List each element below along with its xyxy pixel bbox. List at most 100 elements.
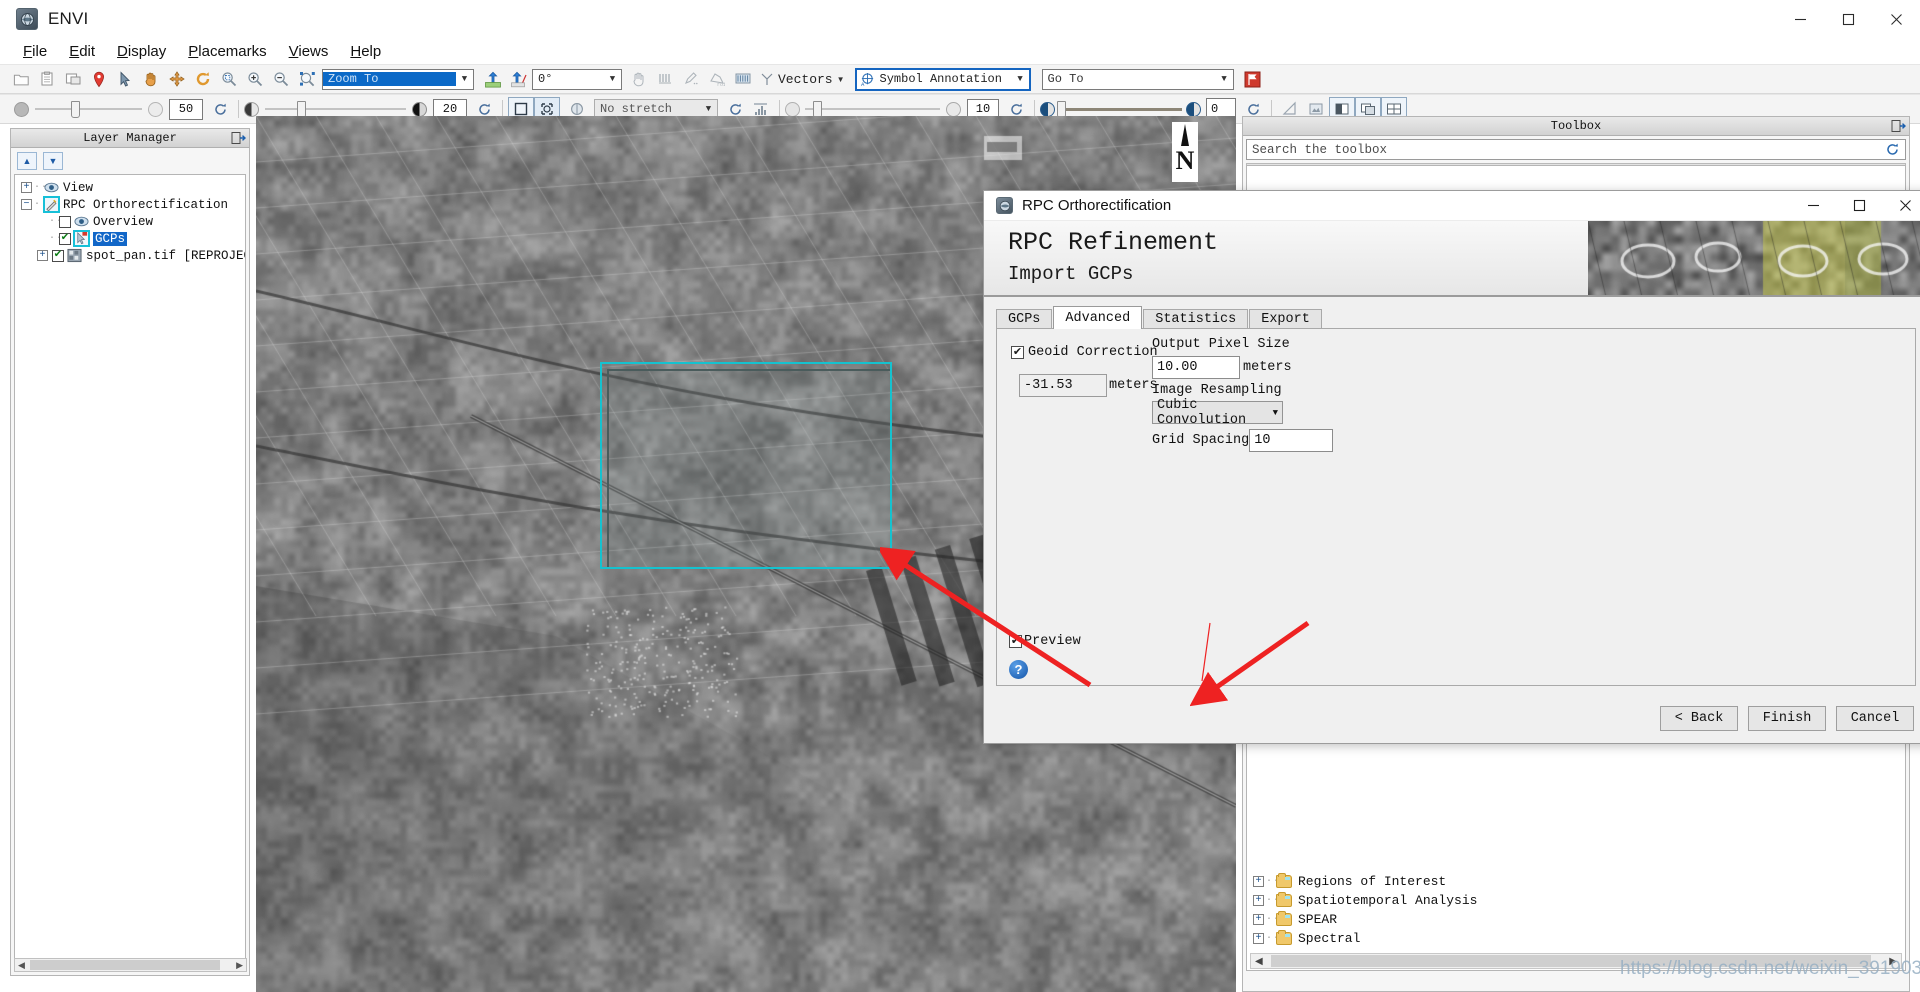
expand-toggle[interactable]: + [1253,914,1264,925]
layer-tree-hscrollbar[interactable]: ◀ ▶ [14,958,247,972]
menu-placemarks[interactable]: Placemarks [177,41,277,62]
tab-statistics[interactable]: Statistics [1143,309,1248,329]
brightness-slider[interactable] [29,101,142,118]
minimize-button[interactable] [1776,0,1824,38]
open-file-icon[interactable] [8,67,34,91]
expand-toggle[interactable]: + [1253,895,1264,906]
fly-cursor-icon[interactable] [164,67,190,91]
rotation-combo[interactable]: 0° ▼ [532,69,622,90]
goto-flag-icon[interactable] [1240,67,1266,91]
help-question-icon[interactable]: ? [1009,660,1028,679]
contrast-slider[interactable] [259,101,406,118]
toolbox-item-spectral[interactable]: + ·· Spectral [1247,929,1905,948]
toolbox-item-regions-of-interest[interactable]: + ·· Regions of Interest [1247,872,1905,891]
maximize-button[interactable] [1824,0,1872,38]
chevron-down-icon[interactable]: ▼ [1273,408,1278,418]
preview-checkbox[interactable] [1009,635,1022,648]
placemark-pin-icon[interactable] [86,67,112,91]
goto-combo[interactable]: Go To ▼ [1042,69,1234,90]
measure-icon[interactable] [652,67,678,91]
pencil-edit-icon[interactable] [678,67,704,91]
sharpen-slider[interactable] [800,101,940,118]
toolbox-item-spatiotemporal-analysis[interactable]: + ·· Spatiotemporal Analysis [1247,891,1905,910]
menu-views[interactable]: Views [278,41,340,62]
preview-row[interactable]: Preview [1009,634,1081,649]
dialog-maximize-button[interactable] [1836,191,1882,221]
crop-icon[interactable] [60,67,86,91]
menu-help[interactable]: Help [339,41,392,62]
annotation-hand-icon[interactable] [626,67,652,91]
menu-display[interactable]: Display [106,41,177,62]
chevron-down-icon[interactable]: ▼ [456,70,473,89]
zoom-to-combo[interactable]: Zoom To ▼ [322,69,474,90]
view-eye-icon [44,180,59,195]
zoom-to-box-icon[interactable] [294,67,320,91]
chevron-down-icon[interactable]: ▼ [1012,70,1029,89]
back-button[interactable]: < Back [1660,706,1738,731]
collapse-toggle[interactable]: − [21,199,32,210]
rotate-north-icon[interactable] [506,67,532,91]
refresh-brightness-icon[interactable] [207,97,233,121]
search-input[interactable]: Search the toolbox [1247,143,1879,157]
menu-file[interactable]: File [12,41,58,62]
spectral-profile-icon[interactable] [730,67,756,91]
scroll-left-arrow[interactable]: ◀ [1255,956,1263,967]
zoom-out-icon[interactable] [268,67,294,91]
geoid-correction-row[interactable]: Geoid Correction [1011,345,1158,360]
expand-toggle[interactable]: + [1253,876,1264,887]
expand-toggle[interactable]: + [1253,933,1264,944]
chevron-up-icon[interactable]: ▲ [17,152,37,170]
transparency-slider[interactable] [1055,101,1182,118]
main-titlebar: ENVI [0,0,1920,38]
expand-toggle[interactable]: + [37,250,48,261]
tab-label: GCPs [1008,312,1040,327]
close-button[interactable] [1872,0,1920,38]
tab-export[interactable]: Export [1249,309,1322,329]
geoid-value-input[interactable]: -31.53 [1019,374,1107,397]
layer-visibility-checkbox[interactable] [59,233,71,245]
cancel-button[interactable]: Cancel [1836,706,1914,731]
image-resampling-combo[interactable]: Cubic Convolution ▼ [1152,401,1283,424]
tab-advanced[interactable]: Advanced [1053,306,1142,329]
layer-item-gcps[interactable]: ··· GCPs [17,230,243,247]
chevron-down-icon[interactable]: ▼ [43,152,63,170]
menu-edit[interactable]: Edit [58,41,106,62]
north-up-icon[interactable] [480,67,506,91]
layer-item-rpc-orthorectification[interactable]: − ·· RPC Orthorectification [17,196,243,213]
chevron-down-icon[interactable]: ▼ [837,75,845,84]
pin-panel-icon[interactable] [1891,119,1906,137]
tree-connector: ··· [49,216,59,227]
chevron-down-icon[interactable]: ▼ [1216,70,1233,89]
layer-tree[interactable]: + ·· View − ·· RPC Orthorectification ··… [14,174,246,964]
finish-button[interactable]: Finish [1748,706,1826,731]
grid-spacing-input[interactable]: 10 [1249,429,1333,452]
tab-gcps[interactable]: GCPs [996,309,1052,329]
toolbox-item-spear[interactable]: + ·· SPEAR [1247,910,1905,929]
dialog-minimize-button[interactable] [1790,191,1836,221]
layer-item-spot-pan[interactable]: + spot_pan.tif [REPROJECTED] [17,247,243,264]
roi-icon[interactable]: roi [704,67,730,91]
layer-visibility-checkbox[interactable] [52,250,64,262]
chevron-down-icon[interactable]: ▼ [604,70,621,89]
layer-visibility-checkbox[interactable] [59,216,71,228]
select-arrow-icon[interactable] [112,67,138,91]
preview-aoi-box[interactable] [600,362,892,569]
vectors-dropdown[interactable]: Vectors ▼ [756,67,849,91]
pan-hand-icon[interactable] [138,67,164,91]
rotate-icon[interactable] [190,67,216,91]
symbol-annotation-dropdown[interactable]: A Symbol Annotation ▼ [855,68,1031,91]
scroll-right-arrow[interactable]: ▶ [236,960,243,971]
zoom-fit-icon[interactable] [216,67,242,91]
layer-item-view[interactable]: + ·· View [17,179,243,196]
dialog-close-button[interactable] [1882,191,1920,221]
expand-toggle[interactable]: + [21,182,32,193]
goto-input[interactable]: Go To [1043,72,1216,86]
geoid-correction-checkbox[interactable] [1011,346,1024,359]
refresh-icon[interactable] [1879,142,1905,157]
zoom-in-icon[interactable] [242,67,268,91]
paste-icon[interactable] [34,67,60,91]
pin-panel-icon[interactable] [231,131,246,149]
output-pixel-size-input[interactable]: 10.00 [1152,356,1240,379]
brightness-value[interactable]: 50 [169,99,203,120]
layer-item-overview[interactable]: ··· Overview [17,213,243,230]
